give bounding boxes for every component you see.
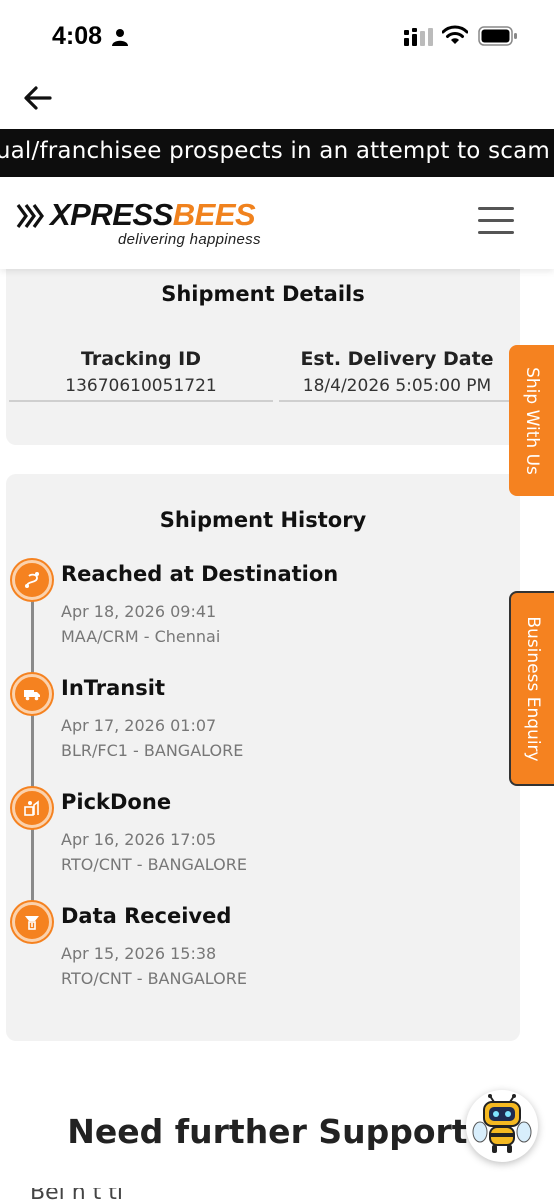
logo-word-bees: BEES <box>172 197 256 232</box>
tracking-id-value: 13670610051721 <box>9 376 273 402</box>
delivery-date-block: Est. Delivery Date 18/4/2026 5:05:00 PM <box>279 348 515 402</box>
event-time: Apr 17, 2026 01:07 <box>61 716 217 735</box>
wifi-icon <box>442 25 468 44</box>
delivery-date-value: 18/4/2026 5:05:00 PM <box>279 376 515 402</box>
event-status: Reached at Destination <box>61 562 339 586</box>
xpressbees-logo[interactable]: XPRESSBEES delivering happiness <box>16 195 276 251</box>
back-button[interactable] <box>20 82 56 114</box>
hamburger-menu-icon[interactable] <box>478 207 516 237</box>
status-bar: 4:08 <box>0 0 554 76</box>
logo-tagline: delivering happiness <box>118 231 261 248</box>
tracking-id-label: Tracking ID <box>80 348 202 370</box>
person-icon <box>112 29 128 46</box>
ticker-text: lual/franchisee prospects in an attempt … <box>0 138 550 164</box>
chatbot-button[interactable] <box>466 1090 538 1162</box>
timeline-event: Data Received Apr 15, 2026 15:38 RTO/CNT… <box>6 902 506 1012</box>
event-status: InTransit <box>61 676 165 700</box>
battery-icon <box>478 26 517 46</box>
event-location: BLR/FC1 - BANGALORE <box>61 741 244 760</box>
route-icon <box>12 560 52 600</box>
delivery-date-label: Est. Delivery Date <box>300 348 494 370</box>
support-body-clipped: Bei h t ti <box>30 1188 530 1200</box>
event-time: Apr 16, 2026 17:05 <box>61 830 217 849</box>
business-enquiry-label: Business Enquiry <box>522 615 543 762</box>
logo-wordmark: XPRESSBEES <box>50 197 256 233</box>
announcement-ticker: lual/franchisee prospects in an attempt … <box>0 129 554 177</box>
event-status: Data Received <box>61 904 232 928</box>
logo-chevrons-icon <box>16 204 44 228</box>
event-location: RTO/CNT - BANGALORE <box>61 969 247 988</box>
arrow-left-icon <box>24 86 52 110</box>
event-time: Apr 18, 2026 09:41 <box>61 602 217 621</box>
event-status: PickDone <box>61 790 172 814</box>
event-time: Apr 15, 2026 15:38 <box>61 944 217 963</box>
package-pickup-icon <box>12 788 52 828</box>
timeline-event: PickDone Apr 16, 2026 17:05 RTO/CNT - BA… <box>6 788 506 898</box>
shipment-history-title: Shipment History <box>159 508 367 532</box>
status-time: 4:08 <box>52 22 103 50</box>
shipment-history-card: Shipment History Reached at Destination … <box>6 474 520 1041</box>
tracking-id-block: Tracking ID 13670610051721 <box>9 348 273 402</box>
event-location: MAA/CRM - Chennai <box>61 627 221 646</box>
shipment-details-card: Shipment Details Tracking ID 13670610051… <box>6 250 520 445</box>
timeline-event: Reached at Destination Apr 18, 2026 09:4… <box>6 560 506 670</box>
logo-word-xpress: XPRESS <box>50 197 173 232</box>
shipment-details-title: Shipment Details <box>161 282 365 306</box>
business-enquiry-tab[interactable]: Business Enquiry <box>509 591 554 786</box>
ship-with-us-label: Ship With Us <box>521 366 542 475</box>
truck-icon <box>12 674 52 714</box>
site-header: XPRESSBEES delivering happiness <box>0 177 554 269</box>
data-received-icon <box>12 902 52 942</box>
cellular-signal-icon <box>404 28 433 46</box>
bee-robot-icon <box>472 1094 532 1153</box>
ship-with-us-tab[interactable]: Ship With Us <box>509 345 554 496</box>
timeline-event: InTransit Apr 17, 2026 01:07 BLR/FC1 - B… <box>6 674 506 784</box>
event-location: RTO/CNT - BANGALORE <box>61 855 247 874</box>
support-body-text: Bei h t ti <box>30 1188 530 1200</box>
